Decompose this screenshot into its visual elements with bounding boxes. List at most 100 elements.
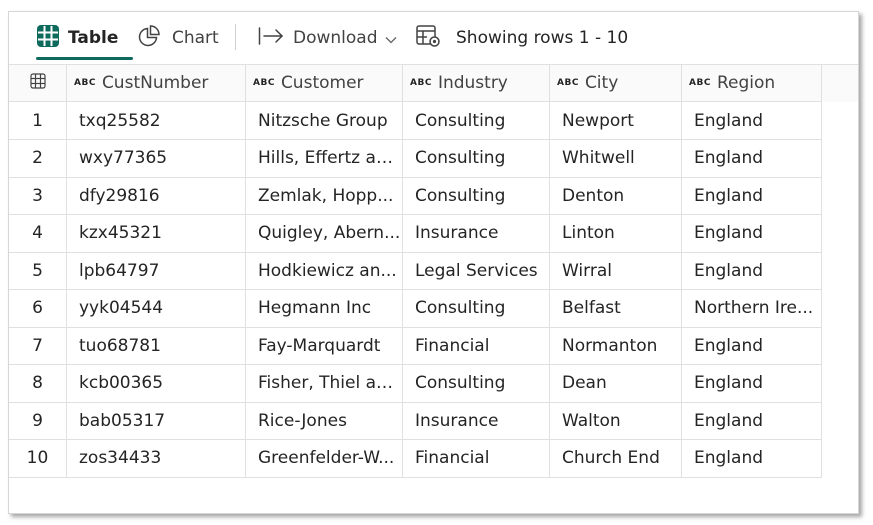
table-row[interactable]: 9 bab05317 Rice-Jones Insurance Walton Englan… [9, 402, 822, 440]
table-row[interactable]: 6 yyk04544 Hegmann Inc Consulting Belfast Nor… [9, 289, 822, 328]
cell-text: England [694, 448, 764, 468]
table-cell[interactable]: tuo68781 [67, 327, 246, 365]
row-number: 4 [32, 223, 43, 243]
cell-text: Consulting [415, 110, 506, 131]
table-cell[interactable]: Consulting [403, 102, 550, 140]
table-cell[interactable]: Dean [550, 364, 682, 403]
table-cell[interactable]: Financial [403, 327, 550, 365]
table-cell[interactable]: Consulting [403, 177, 550, 215]
table-cell[interactable]: dfy29816 [67, 177, 246, 215]
table-cell[interactable]: kzx45321 [67, 214, 246, 253]
table-cell[interactable]: Church End [550, 439, 682, 478]
cell-text: bab05317 [79, 410, 166, 431]
table-row[interactable]: 7 tuo68781 Fay-Marquardt Financial Normanton… [9, 327, 822, 365]
table-cell[interactable]: Denton [550, 177, 682, 215]
rows-status-text: Showing rows 1 - 10 [456, 28, 629, 48]
cell-text: Wirral [562, 260, 612, 281]
cell-text: England [694, 110, 764, 131]
table-cell[interactable]: Hills, Effertz an... [246, 139, 403, 178]
table-cell[interactable]: England [682, 327, 822, 365]
table-cell[interactable]: England [682, 364, 822, 403]
row-number-cell: 5 [9, 252, 67, 290]
table-cell[interactable]: Consulting [403, 364, 550, 403]
row-number: 1 [32, 110, 43, 131]
table-cell[interactable]: Zemlak, Hopp... [246, 177, 403, 215]
table-cell[interactable]: Consulting [403, 289, 550, 328]
table-cell[interactable]: yyk04544 [67, 289, 246, 328]
column-label: CustNumber [101, 73, 209, 93]
table-cell[interactable]: Legal Services [403, 252, 550, 290]
table-cell[interactable]: Whitwell [550, 139, 682, 178]
table-row[interactable]: 5 lpb64797 Hodkiewicz an... Legal Services W… [9, 252, 822, 290]
table-row[interactable]: 10 zos34433 Greenfelder-W... Financial Churc… [9, 439, 822, 478]
table-cell[interactable]: England [682, 102, 822, 140]
chevron-down-icon [385, 29, 397, 48]
table-cell[interactable]: kcb00365 [67, 364, 246, 403]
table-cell[interactable]: Normanton [550, 327, 682, 365]
table-cell[interactable]: Fisher, Thiel an... [246, 364, 403, 403]
cell-text: Hills, Effertz an... [258, 148, 402, 168]
data-preview-panel: Table Chart Download Showing rows 1 - 10… [8, 11, 859, 514]
table-cell[interactable]: txq25582 [67, 102, 246, 140]
table-row[interactable]: 8 kcb00365 Fisher, Thiel an... Consulting De… [9, 364, 822, 403]
chart-tab[interactable]: Chart [137, 23, 219, 53]
row-number: 10 [26, 448, 49, 468]
cell-text: txq25582 [79, 110, 161, 131]
cell-text: Belfast [562, 298, 621, 318]
table-cell[interactable]: England [682, 139, 822, 178]
cell-text: England [694, 223, 764, 243]
download-button[interactable]: Download [258, 23, 397, 53]
column-header-city[interactable]: ABC City [550, 64, 682, 102]
table-row[interactable]: 2 wxy77365 Hills, Effertz an... Consulting W… [9, 139, 822, 178]
table-cell[interactable]: Consulting [403, 139, 550, 178]
table-cell[interactable]: England [682, 439, 822, 478]
table-cell[interactable]: England [682, 402, 822, 440]
table-cell[interactable]: Nitzsche Group [246, 102, 403, 140]
table-cell[interactable]: Greenfelder-W... [246, 439, 403, 478]
cell-text: wxy77365 [79, 148, 168, 168]
table-cell[interactable]: Newport [550, 102, 682, 140]
table-cell[interactable]: Wirral [550, 252, 682, 290]
table-cell[interactable]: Belfast [550, 289, 682, 328]
column-header-industry[interactable]: ABC Industry [403, 64, 550, 102]
table-cell[interactable]: England [682, 252, 822, 290]
table-tab[interactable]: Table [37, 23, 118, 53]
cell-text: Consulting [415, 148, 506, 168]
table-cell[interactable]: Financial [403, 439, 550, 478]
cell-text: Greenfelder-W... [258, 448, 395, 468]
table-cell[interactable]: Insurance [403, 214, 550, 253]
table-cell[interactable]: zos34433 [67, 439, 246, 478]
cell-text: Consulting [415, 185, 506, 206]
column-header-custnumber[interactable]: ABC CustNumber [67, 64, 246, 102]
table-row[interactable]: 4 kzx45321 Quigley, Abern... Insurance Linto… [9, 214, 822, 253]
table-cell[interactable]: Fay-Marquardt [246, 327, 403, 365]
cell-text: England [694, 185, 764, 206]
table-cell[interactable]: England [682, 177, 822, 215]
active-tab-indicator [36, 57, 133, 60]
table-cell[interactable]: Walton [550, 402, 682, 440]
cell-text: Hegmann Inc [258, 298, 372, 318]
table-cell[interactable]: wxy77365 [67, 139, 246, 178]
text-type-icon: ABC [410, 78, 432, 88]
row-number-cell: 2 [9, 139, 67, 178]
column-header-customer[interactable]: ABC Customer [246, 64, 403, 102]
column-header-region[interactable]: ABC Region [682, 64, 822, 102]
table-cell[interactable]: Hegmann Inc [246, 289, 403, 328]
table-cell[interactable]: Insurance [403, 402, 550, 440]
table-cell[interactable]: Linton [550, 214, 682, 253]
table-cell[interactable]: Quigley, Abern... [246, 214, 403, 253]
cell-text: Rice-Jones [258, 410, 347, 431]
download-label: Download [293, 28, 378, 48]
table-cell[interactable]: lpb64797 [67, 252, 246, 290]
table-cell[interactable]: Rice-Jones [246, 402, 403, 440]
table-row[interactable]: 3 dfy29816 Zemlak, Hopp... Consulting Denton… [9, 177, 822, 215]
table-row[interactable]: 1 txq25582 Nitzsche Group Consulting Newport… [9, 102, 822, 140]
row-number-cell: 9 [9, 402, 67, 440]
table-cell[interactable]: England [682, 214, 822, 253]
table-cell[interactable]: bab05317 [67, 402, 246, 440]
table-cell[interactable]: Northern Ire... [682, 289, 822, 328]
row-count-status: Showing rows 1 - 10 [416, 23, 628, 53]
column-label: City [584, 73, 619, 93]
select-all-cell[interactable] [9, 64, 67, 102]
table-cell[interactable]: Hodkiewicz an... [246, 252, 403, 290]
